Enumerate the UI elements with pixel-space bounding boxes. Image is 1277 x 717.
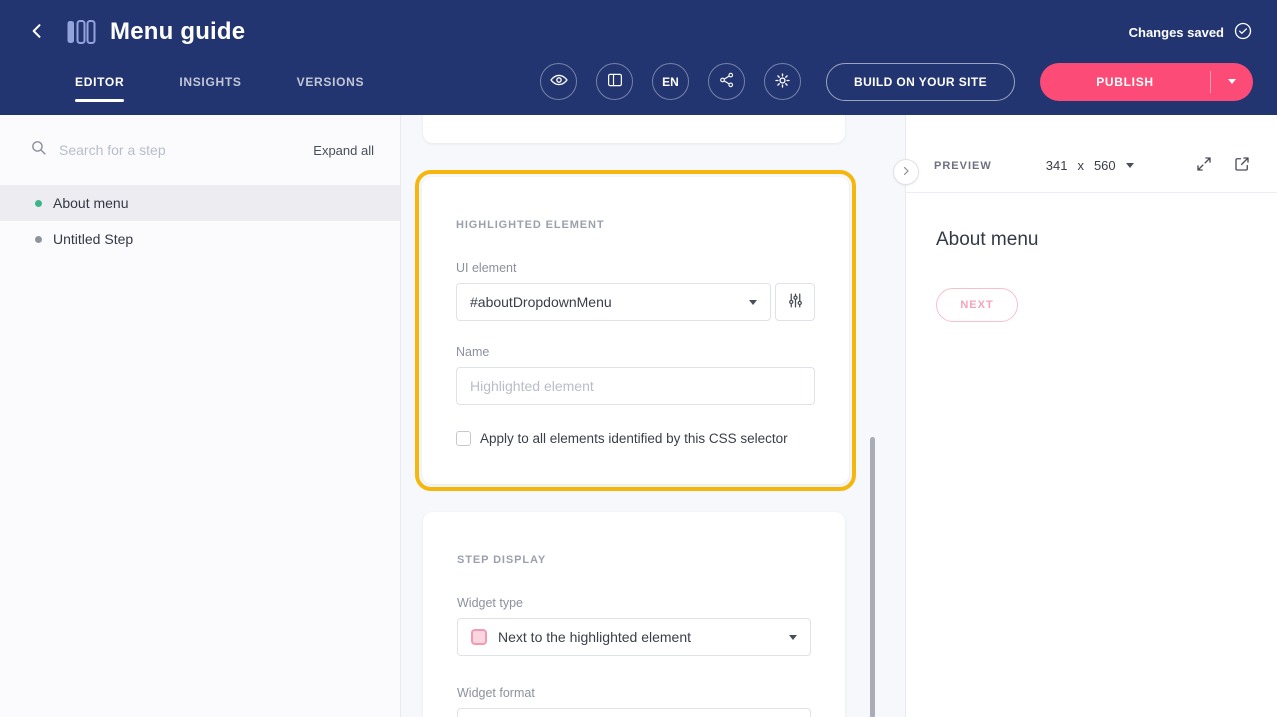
next-button[interactable]: NEXT (936, 288, 1018, 322)
chevron-down-icon (789, 635, 797, 640)
eye-icon (549, 70, 569, 93)
apply-all-checkbox[interactable] (456, 431, 471, 446)
chevron-down-icon (1228, 79, 1236, 84)
chevron-down-icon (749, 300, 757, 305)
expand-all-link[interactable]: Expand all (313, 143, 374, 158)
changes-saved-label: Changes saved (1129, 25, 1224, 40)
widget-type-select[interactable]: Next to the highlighted element (457, 618, 811, 656)
widget-type-value: Next to the highlighted element (498, 629, 789, 645)
chevron-down-icon (1126, 163, 1134, 168)
widget-format-label: Widget format (457, 686, 811, 700)
preview-width: 341 (1046, 158, 1068, 173)
changes-saved-status: Changes saved (1129, 21, 1253, 44)
preview-header: PREVIEW 341 x 560 (906, 115, 1277, 193)
element-name-input[interactable] (456, 367, 815, 405)
name-label: Name (456, 345, 815, 359)
step-label: Untitled Step (53, 231, 133, 247)
tab-editor[interactable]: EDITOR (75, 71, 124, 93)
preview-panel: PREVIEW 341 x 560 (905, 115, 1277, 717)
steps-sidebar: Expand all About menu Untitled Step (0, 115, 401, 717)
search-step-input[interactable] (59, 142, 313, 158)
ui-element-label: UI element (456, 261, 815, 275)
section-title: HIGHLIGHTED ELEMENT (456, 219, 815, 231)
back-button[interactable] (24, 19, 50, 45)
preview-body: About menu NEXT (906, 193, 1277, 358)
publish-split-button: PUBLISH (1040, 63, 1253, 101)
preview-height: 560 (1094, 158, 1116, 173)
widget-format-select[interactable] (457, 708, 811, 717)
gear-icon (773, 71, 792, 93)
highlighted-card-ring: HIGHLIGHTED ELEMENT UI element #aboutDro… (415, 170, 856, 491)
collapse-preview-button[interactable] (893, 159, 919, 185)
open-external-icon (1233, 155, 1251, 176)
tab-insights[interactable]: INSIGHTS (179, 71, 241, 93)
step-label: About menu (53, 195, 129, 211)
publish-dropdown-button[interactable] (1211, 63, 1253, 101)
editor-tabs: EDITOR INSIGHTS VERSIONS (75, 71, 364, 93)
preview-step-title: About menu (936, 229, 1247, 251)
apply-all-label: Apply to all elements identified by this… (480, 431, 788, 446)
tab-versions[interactable]: VERSIONS (297, 71, 365, 93)
sidebar-item-untitled-step[interactable]: Untitled Step (0, 221, 400, 257)
open-in-new-tab-button[interactable] (1233, 155, 1251, 176)
settings-button[interactable] (764, 63, 801, 100)
widget-icon (471, 629, 487, 645)
language-button[interactable]: EN (652, 63, 689, 100)
preview-label: PREVIEW (934, 160, 992, 172)
build-on-your-site-button[interactable]: BUILD ON YOUR SITE (826, 63, 1015, 101)
ui-element-select[interactable]: #aboutDropdownMenu (456, 283, 771, 321)
layout-icon (606, 71, 624, 92)
step-status-dot (35, 236, 42, 243)
check-circle-icon (1233, 21, 1253, 44)
layout-button[interactable] (596, 63, 633, 100)
expand-preview-button[interactable] (1195, 155, 1213, 176)
search-icon (30, 139, 59, 161)
highlighted-element-card: HIGHLIGHTED ELEMENT UI element #aboutDro… (422, 177, 849, 484)
page-title: Menu guide (110, 18, 245, 46)
previous-settings-card (423, 115, 845, 143)
app-logo-icon (66, 19, 96, 45)
sliders-icon (787, 292, 804, 312)
preview-size-dropdown[interactable]: 341 x 560 (1046, 158, 1134, 173)
app-header: Menu guide Changes saved EDITOR INSIGHTS… (0, 0, 1277, 115)
share-button[interactable] (708, 63, 745, 100)
widget-type-label: Widget type (457, 596, 811, 610)
expand-icon (1195, 155, 1213, 176)
step-status-dot (35, 200, 42, 207)
publish-button[interactable]: PUBLISH (1040, 63, 1210, 101)
section-title: STEP DISPLAY (457, 554, 811, 566)
preview-eye-button[interactable] (540, 63, 577, 100)
preview-size-separator: x (1077, 158, 1084, 173)
step-list: About menu Untitled Step (0, 185, 400, 257)
share-icon (718, 71, 736, 92)
chevron-right-icon (900, 165, 912, 180)
ui-element-value: #aboutDropdownMenu (470, 294, 749, 310)
editor-scrollbar[interactable] (870, 437, 875, 717)
language-label: EN (662, 75, 679, 89)
step-editor-panel: HIGHLIGHTED ELEMENT UI element #aboutDro… (401, 115, 905, 717)
element-picker-button[interactable] (775, 283, 815, 321)
step-display-card: STEP DISPLAY Widget type Next to the hig… (423, 512, 845, 717)
sidebar-item-about-menu[interactable]: About menu (0, 185, 400, 221)
back-icon (27, 21, 47, 44)
